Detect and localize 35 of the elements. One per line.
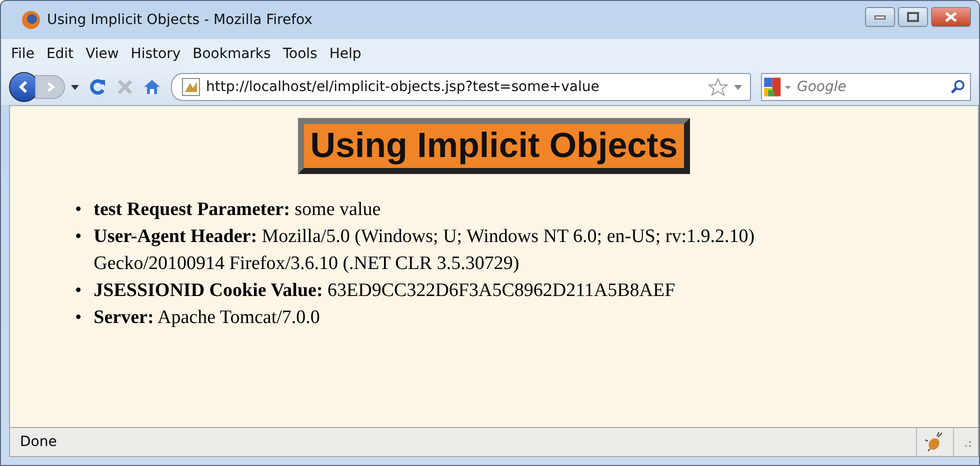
site-icon xyxy=(182,78,200,96)
maximize-button[interactable] xyxy=(898,7,928,27)
search-engine-icon[interactable] xyxy=(761,73,793,101)
dropdown-arrow-icon[interactable] xyxy=(71,84,79,90)
search-field[interactable]: Google xyxy=(793,73,945,101)
bullet: • xyxy=(75,306,82,330)
minimize-button[interactable] xyxy=(865,7,895,27)
star-icon[interactable] xyxy=(708,78,728,96)
globe-icon xyxy=(21,10,41,30)
menu-item[interactable]: Edit xyxy=(46,46,74,62)
page-heading: Using Implicit Objects xyxy=(298,118,690,174)
info-list-item: Server: Apache Tomcat/7.0.0 xyxy=(94,306,320,330)
menu-item[interactable]: Help xyxy=(329,46,362,62)
maximize-icon xyxy=(907,12,919,22)
menu-item[interactable]: Tools xyxy=(282,46,318,62)
bullet: • xyxy=(75,198,82,222)
bullet: • xyxy=(75,225,82,249)
window-title: Using Implicit Objects - Mozilla Firefox xyxy=(47,12,312,28)
minimize-icon xyxy=(874,14,886,20)
home-icon[interactable] xyxy=(143,78,161,96)
info-list-item: test Request Parameter: some value xyxy=(94,198,381,222)
address-field[interactable]: http://localhost/el/implicit-objects.jsp?test=some+value xyxy=(171,73,751,101)
search-icon[interactable] xyxy=(945,73,971,101)
reload-icon[interactable] xyxy=(89,78,107,96)
info-list-item: User-Agent Header: Mozilla/5.0 (Windows; U; Windows NT 6.0; en-US; rv:1.9.2.10) Gecko/20100914 Firefox/3.6.10 (.NET CLR 3.5.30729) xyxy=(94,225,756,276)
close-button[interactable] xyxy=(931,7,971,27)
menu-item[interactable]: Bookmarks xyxy=(192,46,271,62)
menu-item[interactable]: View xyxy=(86,46,119,62)
info-list-item: JSESSIONID Cookie Value: 63ED9CC322D6F3A5C8962D211A5B8AEF xyxy=(94,279,676,303)
status-text: Done xyxy=(19,434,58,450)
bullet: • xyxy=(75,279,82,303)
menu-item[interactable]: File xyxy=(11,46,34,62)
close-icon xyxy=(944,12,958,22)
menu-item[interactable]: History xyxy=(130,46,181,62)
bug-icon xyxy=(925,432,945,452)
